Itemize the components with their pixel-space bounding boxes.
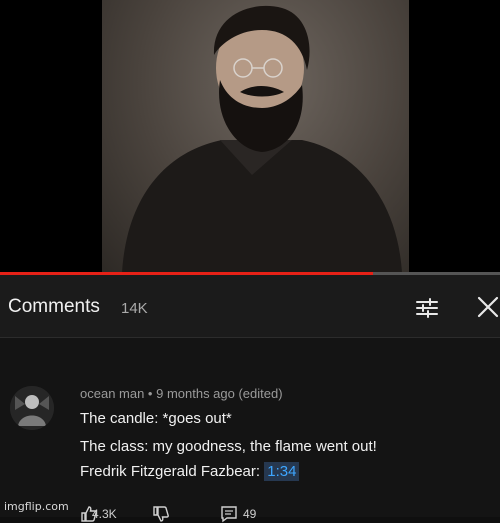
comment-line-2: The class: my goodness, the flame went o…	[80, 438, 377, 455]
sort-icon[interactable]	[414, 295, 440, 321]
dislike-icon[interactable]	[152, 505, 170, 523]
comments-title: Comments	[8, 296, 100, 317]
comment-item: ocean man • 9 months ago (edited) The ca…	[0, 338, 500, 523]
avatar-image	[10, 386, 54, 430]
reply-count: 49	[243, 507, 257, 521]
reply-icon[interactable]	[220, 505, 238, 523]
like-count: 4.3K	[92, 507, 117, 521]
comment-line-3: Fredrik Fitzgerald Fazbear: 1:34	[80, 462, 300, 481]
portrait-image	[122, 5, 402, 273]
avatar[interactable]	[10, 386, 54, 430]
comment-line-1: The candle: *goes out*	[80, 410, 232, 427]
video-frame-portrait	[102, 0, 409, 273]
watermark: imgflip.com	[4, 500, 69, 513]
close-icon[interactable]	[475, 294, 500, 320]
comment-line-3-text: Fredrik Fitzgerald Fazbear:	[80, 463, 265, 480]
comments-header: Comments 14K	[0, 275, 500, 338]
timestamp-link[interactable]: 1:34	[264, 462, 300, 481]
video-player[interactable]	[0, 0, 500, 275]
comment-meta: ocean man • 9 months ago (edited)	[80, 386, 283, 401]
comments-count: 14K	[121, 300, 148, 317]
